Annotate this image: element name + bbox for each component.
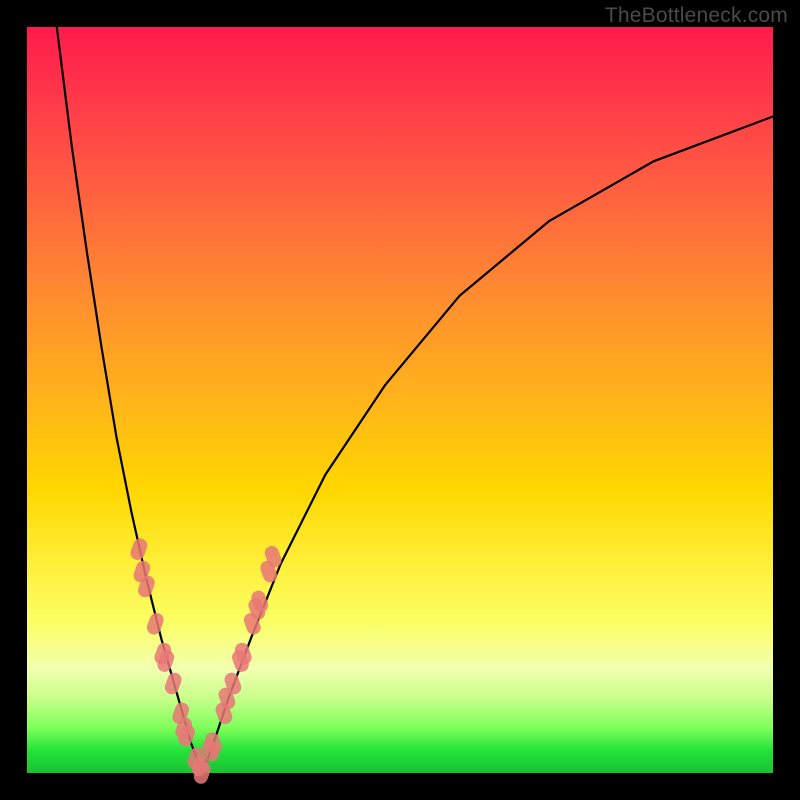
data-dot: [163, 671, 184, 696]
chart-svg: [27, 27, 773, 773]
curve-right-branch: [202, 117, 773, 774]
plot-area: [27, 27, 773, 773]
outer-frame: TheBottleneck.com: [0, 0, 800, 800]
curve-left-branch: [57, 27, 203, 773]
data-dot: [145, 611, 166, 636]
data-dot: [129, 536, 150, 561]
watermark-text: TheBottleneck.com: [605, 4, 788, 28]
